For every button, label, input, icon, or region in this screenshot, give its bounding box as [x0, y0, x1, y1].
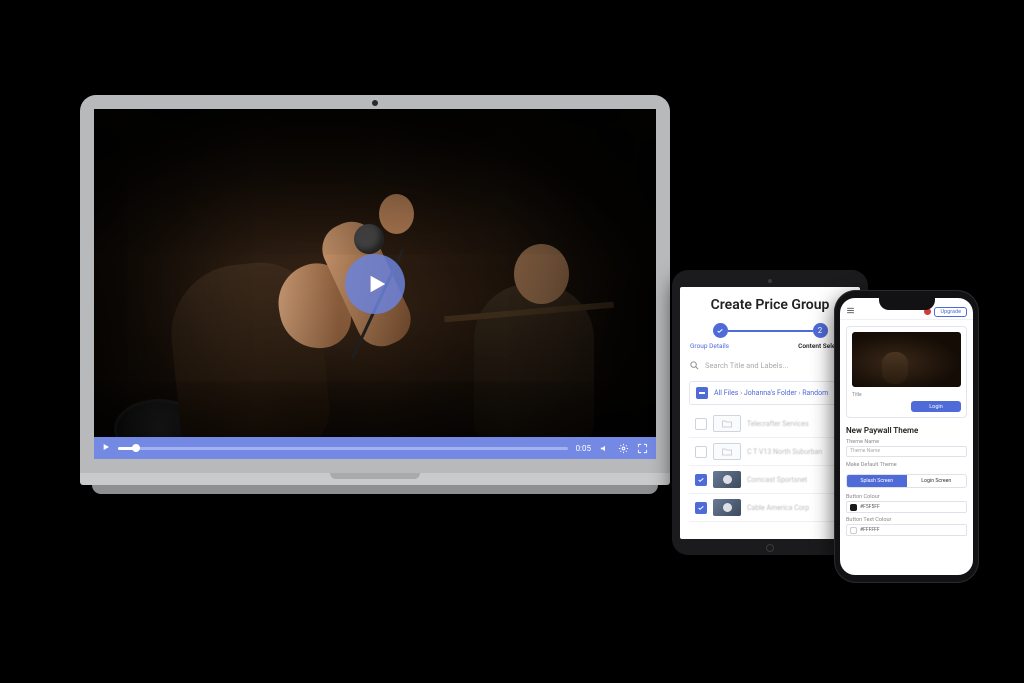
- colour-swatch: [850, 504, 857, 511]
- menu-button[interactable]: [846, 306, 855, 317]
- controls-play-button[interactable]: [102, 443, 110, 454]
- phone-notch: [879, 298, 935, 310]
- make-default-toggle[interactable]: Make Default Theme: [846, 462, 967, 468]
- check-icon: [697, 504, 705, 512]
- hamburger-icon: [846, 306, 855, 315]
- list-item[interactable]: C T V13 North Suburban: [689, 438, 851, 466]
- search-input[interactable]: Search Title and Labels...: [689, 360, 851, 371]
- tablet-screen: Create Price Group 2 Group Details Conte…: [680, 287, 860, 539]
- tablet-camera: [768, 279, 772, 283]
- theme-name-input[interactable]: Theme Name: [846, 446, 967, 457]
- fullscreen-icon: [637, 443, 648, 454]
- search-placeholder: Search Title and Labels...: [705, 361, 788, 370]
- row-checkbox[interactable]: [695, 502, 707, 514]
- settings-button[interactable]: [618, 443, 629, 454]
- row-label: Telecrafter Services: [747, 420, 809, 428]
- colour-swatch: [850, 527, 857, 534]
- laptop-device: 0:05: [80, 95, 670, 494]
- gear-icon: [618, 443, 629, 454]
- upgrade-button[interactable]: Upgrade: [934, 307, 967, 317]
- section-heading: New Paywall Theme: [846, 426, 967, 435]
- step-label-1: Group Details: [690, 342, 729, 350]
- video-thumbnail: [713, 499, 741, 516]
- volume-button[interactable]: [599, 443, 610, 454]
- row-label: C T V13 North Suburban: [747, 448, 822, 456]
- laptop-base: [80, 473, 670, 485]
- select-all-checkbox[interactable]: [696, 387, 708, 399]
- laptop-camera: [372, 100, 378, 106]
- breadcrumb[interactable]: All Files › Johanna's Folder › Random: [714, 389, 828, 397]
- video-thumbnail: [713, 471, 741, 488]
- list-item[interactable]: Cable America Corp: [689, 494, 851, 522]
- page-title: Create Price Group: [689, 297, 851, 313]
- button-text-colour-input[interactable]: #FFFFFF: [846, 524, 967, 536]
- seek-bar[interactable]: [118, 447, 568, 450]
- fullscreen-button[interactable]: [637, 443, 648, 454]
- video-controls: 0:05: [94, 437, 656, 459]
- tab-login[interactable]: Login Screen: [907, 475, 967, 487]
- folder-icon: [713, 415, 741, 432]
- login-button[interactable]: Login: [911, 401, 961, 412]
- colour-value: #FFFFFF: [860, 527, 880, 533]
- list-item[interactable]: Telecrafter Services: [689, 410, 851, 438]
- play-icon: [102, 443, 110, 451]
- list-item[interactable]: Comcast Sportsnet: [689, 466, 851, 494]
- check-icon: [716, 327, 724, 335]
- row-checkbox[interactable]: [695, 418, 707, 430]
- colour-value: #F5F5FF: [860, 504, 880, 510]
- time-display: 0:05: [576, 444, 591, 453]
- check-icon: [697, 476, 705, 484]
- row-label: Comcast Sportsnet: [747, 476, 807, 484]
- play-button[interactable]: [345, 254, 405, 314]
- theme-name-label: Theme Name: [846, 439, 967, 445]
- search-icon: [689, 360, 700, 371]
- stepper: 2: [689, 323, 851, 338]
- screen-tabs: Splash Screen Login Screen: [846, 474, 967, 488]
- row-checkbox[interactable]: [695, 474, 707, 486]
- folder-icon: [713, 443, 741, 460]
- preview-player[interactable]: [852, 332, 961, 387]
- button-colour-input[interactable]: #F5F5FF: [846, 501, 967, 513]
- phone-device: Upgrade Title Login New Paywall Theme Th…: [834, 290, 979, 583]
- preview-title: Title: [852, 392, 961, 398]
- button-text-colour-label: Button Text Colour: [846, 517, 967, 523]
- tablet-home-button[interactable]: [766, 544, 774, 552]
- phone-screen: Upgrade Title Login New Paywall Theme Th…: [840, 298, 973, 575]
- breadcrumb-row[interactable]: All Files › Johanna's Folder › Random: [689, 381, 851, 405]
- volume-icon: [599, 443, 610, 454]
- laptop-bezel: 0:05: [80, 95, 670, 473]
- video-player[interactable]: 0:05: [94, 109, 656, 459]
- play-icon: [366, 273, 388, 295]
- paywall-preview: Title Login: [846, 326, 967, 418]
- row-label: Cable America Corp: [747, 504, 809, 512]
- tab-splash[interactable]: Splash Screen: [847, 475, 907, 487]
- step-2[interactable]: 2: [813, 323, 828, 338]
- step-1[interactable]: [713, 323, 728, 338]
- button-colour-label: Button Colour: [846, 494, 967, 500]
- row-checkbox[interactable]: [695, 446, 707, 458]
